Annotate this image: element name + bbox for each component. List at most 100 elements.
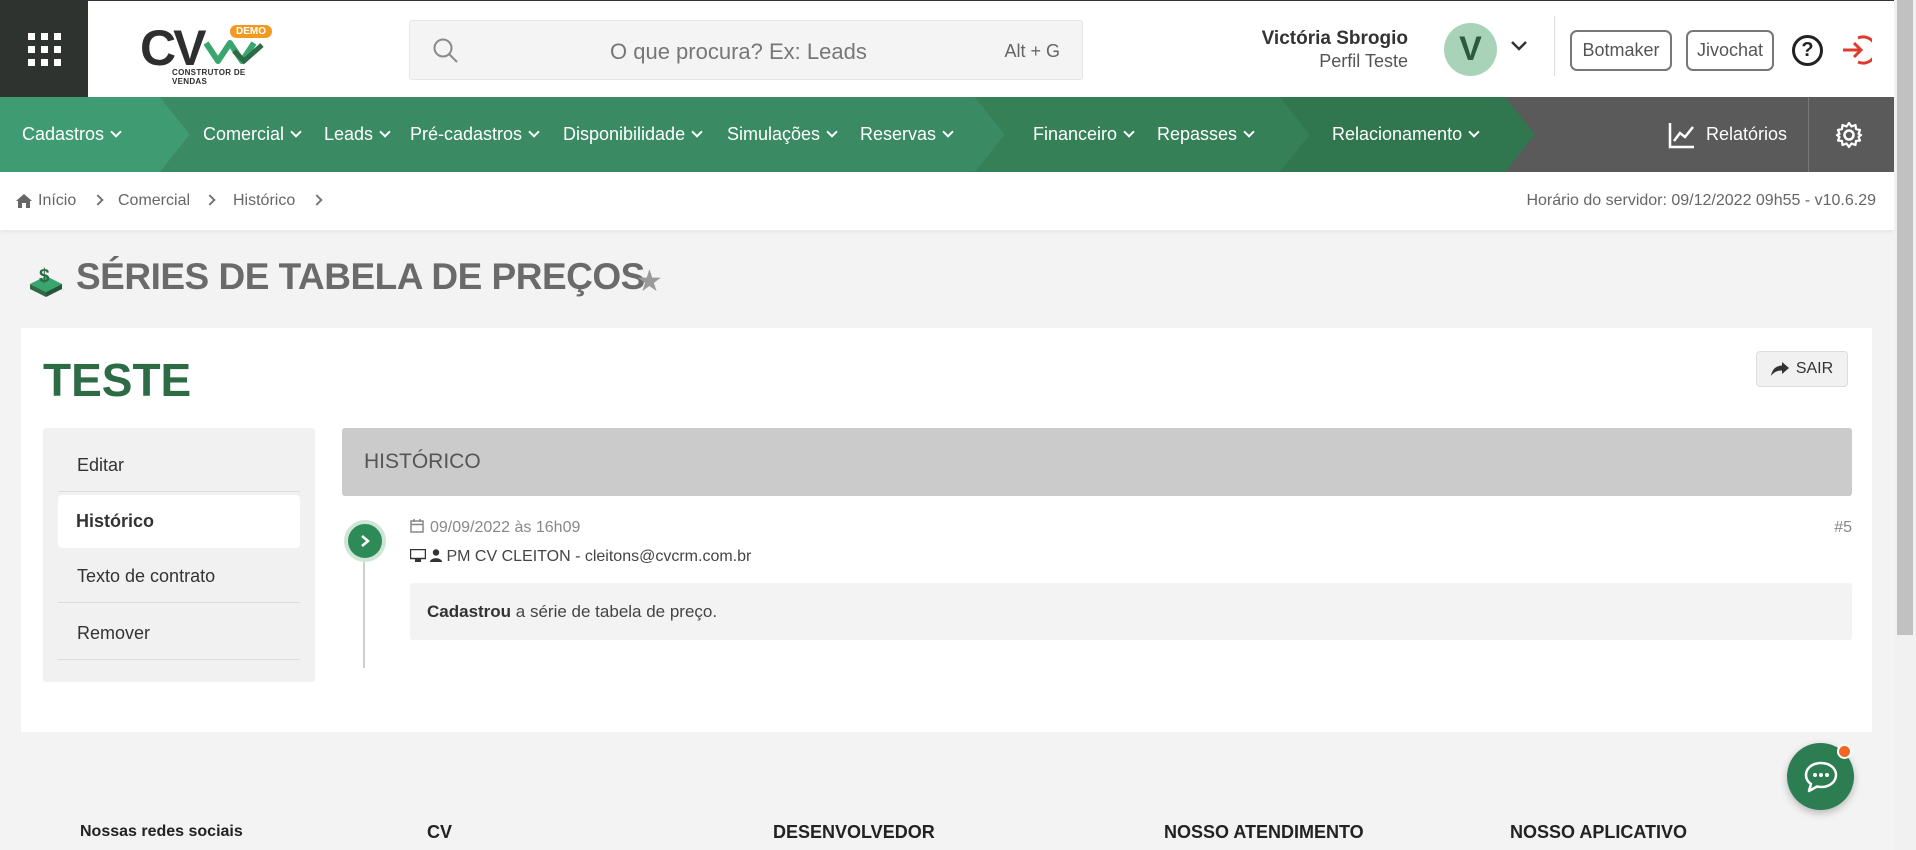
money-icon: $ bbox=[30, 266, 62, 297]
chevron-right-icon bbox=[311, 194, 323, 206]
nav-label: Simulações bbox=[727, 124, 821, 144]
scrollbar-thumb[interactable] bbox=[1897, 0, 1913, 635]
nav-label: Comercial bbox=[203, 124, 285, 144]
nav-label: Financeiro bbox=[1033, 124, 1118, 144]
footer-social-heading: Nossas redes sociais bbox=[80, 823, 243, 840]
demo-badge: DEMO bbox=[230, 25, 272, 38]
user-icon bbox=[430, 549, 443, 562]
nav-label: Pré-cadastros bbox=[410, 124, 523, 144]
user-role: Perfil Teste bbox=[1319, 51, 1408, 71]
chevron-down-icon bbox=[110, 126, 122, 138]
server-time: Horário do servidor: 09/12/2022 09h55 - … bbox=[1526, 192, 1876, 209]
chevron-down-icon bbox=[290, 126, 302, 138]
exit-label: SAIR bbox=[1795, 360, 1834, 377]
exit-button[interactable]: SAIR bbox=[1756, 351, 1848, 387]
footer-support-heading: NOSSO ATENDIMENTO bbox=[1164, 822, 1364, 842]
entry-user-text: PM CV CLEITON - cleitons@cvcrm.com.br bbox=[446, 548, 752, 565]
nav-label: Disponibilidade bbox=[563, 124, 686, 144]
calendar-icon bbox=[410, 519, 424, 533]
chevron-down-icon bbox=[691, 126, 703, 138]
entry-description: Cadastrou a série de tabela de preço. bbox=[410, 583, 1852, 640]
top-bar: CV DEMO CONSTRUTOR DE VENDAS O que procu… bbox=[0, 0, 1894, 98]
gear-icon[interactable] bbox=[1835, 121, 1863, 149]
avatar[interactable]: V bbox=[1444, 23, 1497, 76]
desktop-icon bbox=[409, 548, 427, 562]
chevron-down-icon[interactable] bbox=[1510, 39, 1528, 53]
nav-label: Relacionamento bbox=[1332, 124, 1463, 144]
entry-user: PM CV CLEITON - cleitons@cvcrm.com.br bbox=[409, 548, 752, 566]
breadcrumb-inicio[interactable]: Início bbox=[38, 192, 76, 210]
nav-reservas[interactable]: Reservas bbox=[860, 97, 954, 172]
chevron-right-icon bbox=[204, 194, 216, 206]
chevron-right-icon bbox=[92, 194, 104, 206]
nav-simulacoes[interactable]: Simulações bbox=[727, 97, 838, 172]
user-name[interactable]: Victória Sbrogio bbox=[1262, 28, 1408, 50]
favorite-star-icon[interactable]: ★ bbox=[636, 264, 663, 299]
global-search[interactable]: O que procura? Ex: Leads Alt + G bbox=[409, 20, 1083, 80]
apps-menu-button[interactable] bbox=[0, 1, 88, 98]
logo-wave-icon bbox=[204, 40, 264, 65]
timeline-dot bbox=[344, 520, 386, 562]
record-sidebar: Editar Histórico Texto de contrato Remov… bbox=[43, 428, 315, 682]
notification-dot bbox=[1837, 744, 1852, 759]
sidebar-item-historico[interactable]: Histórico bbox=[58, 495, 300, 548]
chevron-down-icon bbox=[379, 126, 391, 138]
nav-relacionamento[interactable]: Relacionamento bbox=[1332, 97, 1480, 172]
svg-text:$: $ bbox=[39, 266, 50, 287]
nav-cadastros[interactable]: Cadastros bbox=[22, 97, 122, 172]
logout-icon[interactable] bbox=[1838, 33, 1872, 67]
nav-comercial[interactable]: Comercial bbox=[203, 97, 302, 172]
chart-line-icon bbox=[1668, 123, 1694, 149]
entry-number: #5 bbox=[1834, 519, 1852, 536]
jivochat-button[interactable]: Jivochat bbox=[1686, 30, 1774, 71]
nav-relatorios[interactable]: Relatórios bbox=[1706, 97, 1787, 172]
sidebar-item-texto-contrato[interactable]: Texto de contrato bbox=[58, 550, 300, 603]
sidebar-item-editar[interactable]: Editar bbox=[58, 439, 300, 492]
share-arrow-icon bbox=[1770, 362, 1789, 376]
entry-text: a série de tabela de preço. bbox=[511, 602, 718, 621]
footer-cv-heading: CV bbox=[427, 822, 453, 842]
nav-repasses[interactable]: Repasses bbox=[1157, 97, 1255, 172]
search-icon bbox=[433, 38, 458, 63]
breadcrumb-comercial[interactable]: Comercial bbox=[118, 192, 190, 210]
nav-leads[interactable]: Leads bbox=[324, 97, 391, 172]
nav-label: Cadastros bbox=[22, 124, 105, 144]
grid-icon bbox=[27, 33, 61, 66]
page-title: SÉRIES DE TABELA DE PREÇOS bbox=[76, 256, 645, 297]
entry-date: 09/09/2022 às 16h09 bbox=[410, 519, 580, 537]
help-icon[interactable]: ? bbox=[1792, 35, 1823, 66]
sidebar-item-remover[interactable]: Remover bbox=[58, 607, 300, 660]
search-placeholder: O que procura? Ex: Leads bbox=[610, 39, 867, 64]
nav-disponibilidade[interactable]: Disponibilidade bbox=[563, 97, 703, 172]
chevron-down-icon bbox=[942, 126, 954, 138]
chevron-down-icon bbox=[528, 126, 540, 138]
chat-bubble-icon bbox=[1804, 761, 1837, 792]
search-shortcut: Alt + G bbox=[1004, 41, 1060, 61]
breadcrumb: Início Comercial Histórico Horário do se… bbox=[0, 172, 1894, 230]
chevron-down-icon bbox=[826, 126, 838, 138]
nav-label: Leads bbox=[324, 124, 374, 144]
botmaker-button[interactable]: Botmaker bbox=[1570, 30, 1672, 71]
footer-dev-heading: DESENVOLVEDOR bbox=[773, 822, 935, 842]
nav-label: Reservas bbox=[860, 124, 937, 144]
nav-financeiro[interactable]: Financeiro bbox=[1033, 97, 1135, 172]
record-title: TESTE bbox=[43, 354, 192, 406]
main-nav: Cadastros Comercial Leads Pré-cadastros … bbox=[0, 97, 1894, 172]
nav-label: Repasses bbox=[1157, 124, 1238, 144]
nav-pre-cadastros[interactable]: Pré-cadastros bbox=[410, 97, 540, 172]
chevron-down-icon bbox=[1123, 126, 1135, 138]
footer-app-heading: NOSSO APLICATIVO bbox=[1510, 822, 1688, 842]
chevron-down-icon bbox=[1243, 126, 1255, 138]
home-icon bbox=[16, 194, 32, 208]
chevron-right-icon bbox=[361, 535, 370, 547]
divider bbox=[1554, 16, 1555, 76]
breadcrumb-historico[interactable]: Histórico bbox=[233, 192, 295, 210]
logo[interactable]: CV DEMO CONSTRUTOR DE VENDAS bbox=[138, 19, 278, 86]
chevron-down-icon bbox=[1468, 126, 1480, 138]
content-card: TESTE SAIR Editar Histórico Texto de con… bbox=[21, 328, 1872, 732]
entry-action: Cadastrou bbox=[427, 602, 512, 621]
entry-date-text: 09/09/2022 às 16h09 bbox=[430, 519, 581, 536]
logo-subtitle: CONSTRUTOR DE VENDAS bbox=[172, 68, 246, 86]
history-header: HISTÓRICO bbox=[342, 428, 1852, 496]
divider bbox=[1808, 97, 1809, 172]
